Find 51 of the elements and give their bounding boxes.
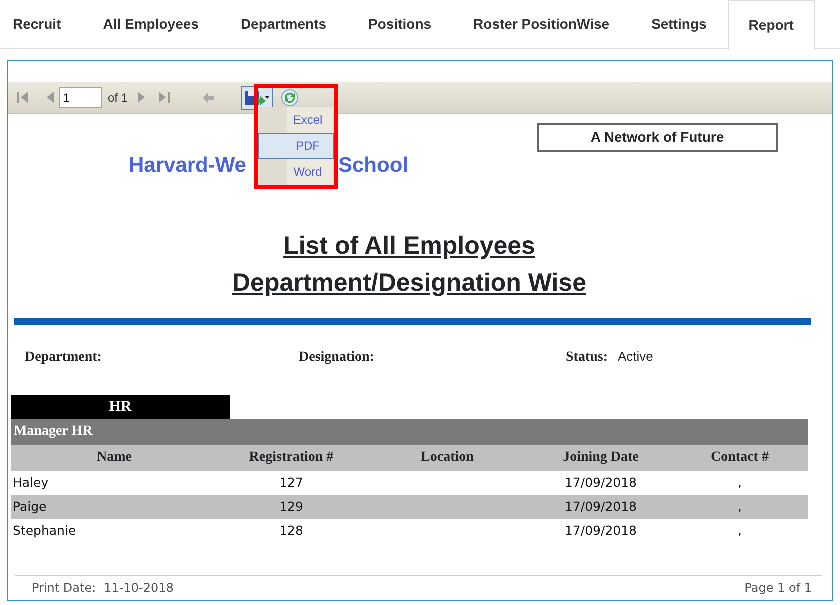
column-header: Registration # xyxy=(218,444,365,470)
column-header: Location xyxy=(365,444,530,470)
filter-label: Department: xyxy=(25,350,102,364)
table-cell: 17/09/2018 xyxy=(564,522,638,538)
table-cell: 127 xyxy=(280,474,304,490)
previous-page-icon[interactable] xyxy=(46,91,55,104)
tab[interactable]: Roster PositionWise xyxy=(452,0,631,48)
table-cell: Haley xyxy=(13,474,49,490)
tab[interactable]: Report xyxy=(728,0,815,50)
column-header: Joining Date xyxy=(530,444,672,470)
menu-item[interactable]: Word xyxy=(258,159,334,185)
page-indicator: Page 1 of 1 xyxy=(744,580,812,597)
table-cell: 128 xyxy=(280,522,304,538)
next-page-icon[interactable] xyxy=(137,91,146,104)
table-cell: , xyxy=(738,498,742,514)
filter-label: Designation: xyxy=(299,350,374,364)
table-cell: 129 xyxy=(280,498,304,514)
group-heading: Manager HR xyxy=(11,418,808,444)
page-number-field[interactable]: 1 xyxy=(59,87,102,108)
department-heading: HR xyxy=(11,394,230,418)
column-header: Contact # xyxy=(672,444,808,470)
filter-value: Active xyxy=(618,348,654,364)
table-cell: Paige xyxy=(13,498,47,514)
back-arrow-icon[interactable] xyxy=(202,92,216,104)
print-date-label: Print Date: xyxy=(32,581,96,595)
table-cell: 17/09/2018 xyxy=(564,498,638,514)
school-name: School xyxy=(338,153,409,179)
tagline-box: A Network of Future xyxy=(537,123,778,152)
tab[interactable]: Settings xyxy=(630,0,728,48)
report-title: List of All Employees xyxy=(284,232,536,260)
tab[interactable]: Positions xyxy=(348,0,453,48)
table-cell: , xyxy=(738,522,742,538)
table-cell: , xyxy=(738,474,742,490)
school-name: Harvard-We xyxy=(129,153,246,179)
page-count: of 1 xyxy=(108,90,128,106)
refresh-icon[interactable] xyxy=(281,88,300,106)
first-page-icon[interactable] xyxy=(16,91,30,104)
table-cell: 17/09/2018 xyxy=(564,474,638,490)
report-title: Department/Designation Wise xyxy=(232,268,586,296)
column-header: Name xyxy=(11,444,218,470)
filter-label: Status: xyxy=(566,350,608,364)
menu-item[interactable]: PDF xyxy=(258,133,334,159)
tab[interactable]: Departments xyxy=(220,0,348,48)
print-date: 11-10-2018 xyxy=(104,581,174,595)
table-cell: Stephanie xyxy=(13,522,76,538)
tab[interactable]: Recruit xyxy=(0,0,82,48)
caret-icon xyxy=(265,96,270,98)
menu-item[interactable]: Excel xyxy=(258,107,334,133)
last-page-icon[interactable] xyxy=(158,91,172,104)
save-icon xyxy=(245,90,266,106)
tab[interactable]: All Employees xyxy=(82,0,220,48)
